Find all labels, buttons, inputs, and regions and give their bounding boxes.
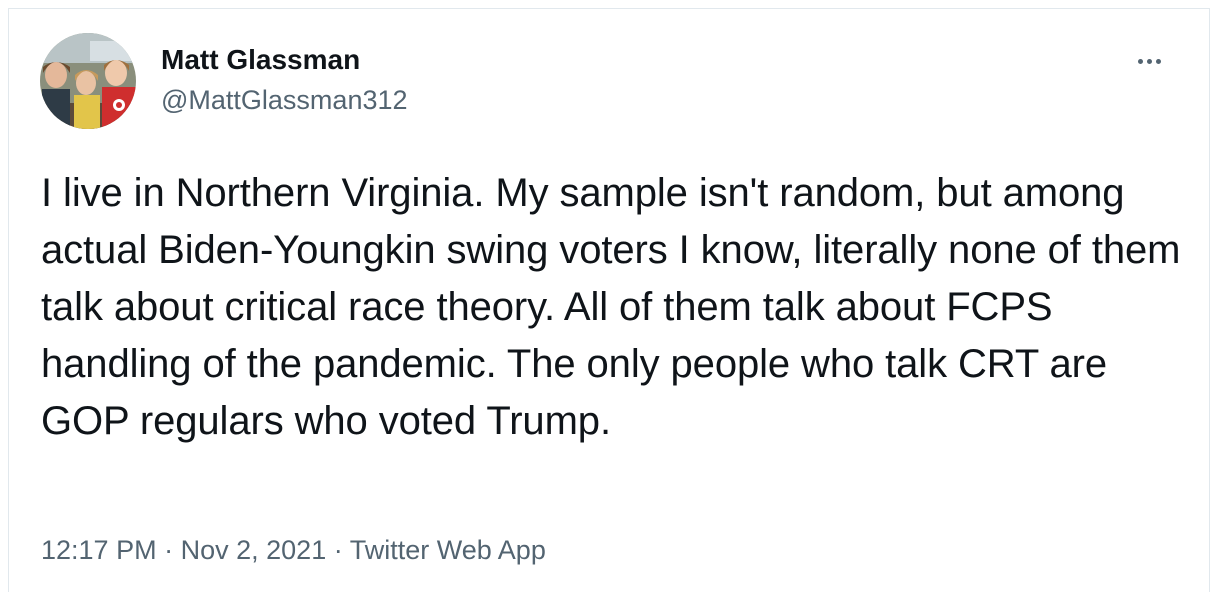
tweet-time[interactable]: 12:17 PM (41, 535, 157, 565)
avatar-photo-icon (40, 33, 136, 129)
more-horizontal-icon (1155, 58, 1161, 64)
tweet-text: I live in Northern Virginia. My sample i… (41, 171, 1181, 443)
avatar[interactable] (40, 33, 136, 129)
meta-separator: · (164, 535, 174, 565)
more-horizontal-icon (1137, 58, 1143, 64)
tweet-card: Matt Glassman @MattGlassman312 I live in… (8, 8, 1210, 592)
tweet-date[interactable]: Nov 2, 2021 (181, 535, 327, 565)
more-options-button[interactable] (1129, 49, 1169, 73)
more-horizontal-icon (1146, 58, 1152, 64)
tweet-metadata: 12:17 PM · Nov 2, 2021 · Twitter Web App (41, 534, 546, 566)
tweet-source[interactable]: Twitter Web App (350, 535, 546, 565)
author-handle[interactable]: @MattGlassman312 (161, 84, 408, 116)
meta-separator: · (333, 535, 343, 565)
author-name[interactable]: Matt Glassman (161, 43, 360, 77)
